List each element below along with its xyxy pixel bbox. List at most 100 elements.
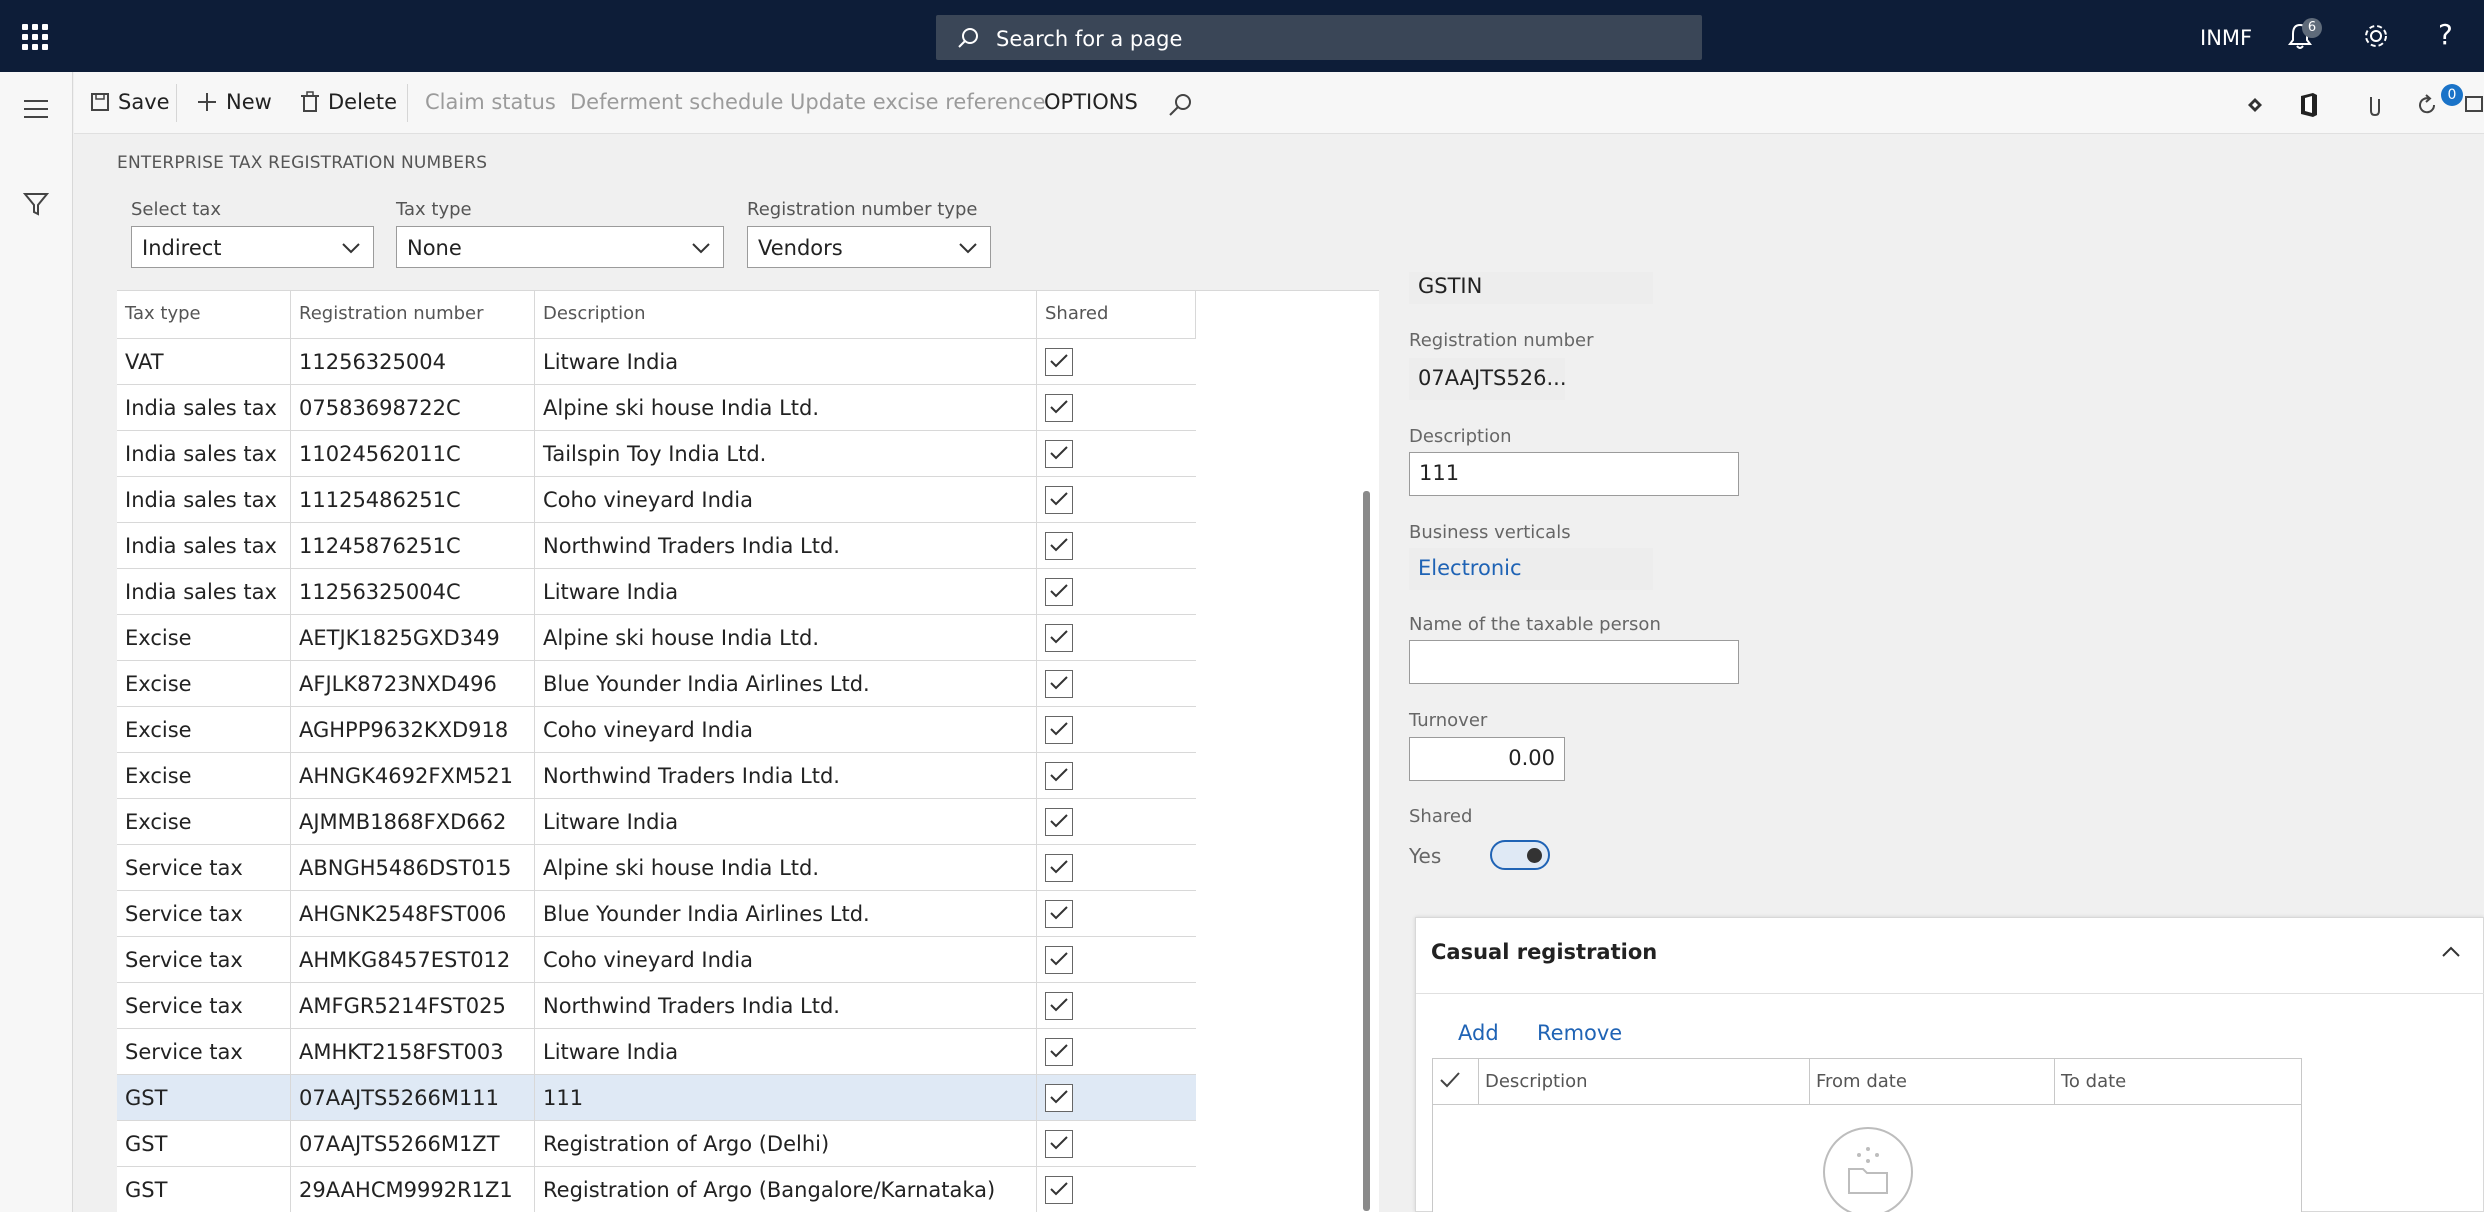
table-row[interactable]: GST 07AAJTS5266M111 111 [117,1075,1196,1121]
cell-tax-type[interactable]: Excise [117,661,291,707]
shared-checkbox[interactable] [1045,808,1073,836]
open-in-new-window-icon[interactable] [2464,92,2484,116]
cell-description[interactable]: Northwind Traders India Ltd. [535,753,1037,799]
cell-tax-type[interactable]: Excise [117,753,291,799]
claim-status-button[interactable]: Claim status [425,90,556,114]
filter-icon[interactable] [22,190,50,218]
cell-tax-type[interactable]: India sales tax [117,431,291,477]
deferment-schedule-button[interactable]: Deferment schedule [570,90,783,114]
casual-registration-title[interactable]: Casual registration [1431,940,1657,964]
cell-description[interactable]: Alpine ski house India Ltd. [535,615,1037,661]
table-row[interactable]: Excise AJMMB1868FXD662 Litware India [117,799,1196,845]
shared-checkbox[interactable] [1045,670,1073,698]
table-row[interactable]: Service tax AHMKG8457EST012 Coho vineyard … [117,937,1196,983]
cell-description[interactable]: Tailspin Toy India Ltd. [535,431,1037,477]
cell-tax-type[interactable]: Service tax [117,845,291,891]
remove-button[interactable]: Remove [1537,1021,1622,1045]
cell-registration-number[interactable]: 07AAJTS5266M1ZT [291,1121,535,1167]
office-icon[interactable] [2298,92,2320,118]
cell-tax-type[interactable]: Service tax [117,891,291,937]
table-row[interactable]: India sales tax 11024562011C Tailspin Toy … [117,431,1196,477]
cell-tax-type[interactable]: Excise [117,799,291,845]
cell-registration-number[interactable]: 11125486251C [291,477,535,523]
cell-registration-number[interactable]: 11024562011C [291,431,535,477]
options-menu[interactable]: OPTIONS [1044,90,1138,114]
select-tax-dropdown[interactable]: Indirect [131,226,374,268]
cell-registration-number[interactable]: ABNGH5486DST015 [291,845,535,891]
shared-checkbox[interactable] [1045,578,1073,606]
table-row[interactable]: India sales tax 11256325004C Litware India [117,569,1196,615]
table-row[interactable]: India sales tax 11245876251C Northwind Tra… [117,523,1196,569]
table-row[interactable]: Service tax AMFGR5214FST025 Northwind Trad… [117,983,1196,1029]
shared-checkbox[interactable] [1045,348,1073,376]
power-apps-icon[interactable] [2242,92,2268,118]
grid-vertical-scrollbar[interactable] [1363,491,1370,1211]
shared-checkbox[interactable] [1045,624,1073,652]
cell-registration-number[interactable]: 11245876251C [291,523,535,569]
shared-checkbox[interactable] [1045,854,1073,882]
column-header-to-date[interactable]: To date [2055,1059,2301,1105]
update-excise-reference-button[interactable]: Update excise reference [790,90,1046,114]
cell-tax-type[interactable]: India sales tax [117,477,291,523]
table-row[interactable]: GST 07AAJTS5266M1ZT Registration of Argo (… [117,1121,1196,1167]
cell-description[interactable]: Litware India [535,339,1037,385]
cell-tax-type[interactable]: India sales tax [117,569,291,615]
column-header-description[interactable]: Description [535,291,1037,339]
cell-tax-type[interactable]: Excise [117,615,291,661]
table-row[interactable]: VAT 11256325004 Litware India [117,339,1196,385]
help-icon[interactable]: ? [2438,18,2453,51]
turnover-field[interactable]: 0.00 [1409,737,1565,781]
cell-registration-number[interactable]: 07AAJTS5266M111 [291,1075,535,1121]
cell-tax-type[interactable]: GST [117,1167,291,1212]
cell-registration-number[interactable]: AFJLK8723NXD496 [291,661,535,707]
shared-checkbox[interactable] [1045,394,1073,422]
shared-checkbox[interactable] [1045,440,1073,468]
shared-toggle[interactable] [1490,840,1550,870]
cell-tax-type[interactable]: Service tax [117,937,291,983]
hamburger-menu-icon[interactable] [24,100,48,124]
table-row[interactable]: Excise AHNGK4692FXM521 Northwind Traders I… [117,753,1196,799]
cell-registration-number[interactable]: 29AAHCM9992R1Z1 [291,1167,535,1212]
column-header-description[interactable]: Description [1479,1059,1810,1105]
chevron-up-icon[interactable] [2441,946,2461,958]
cell-registration-number[interactable]: 11256325004 [291,339,535,385]
add-button[interactable]: Add [1458,1021,1499,1045]
save-button[interactable]: Save [90,90,170,114]
cell-tax-type[interactable]: Excise [117,707,291,753]
cell-tax-type[interactable]: VAT [117,339,291,385]
cell-description[interactable]: Registration of Argo (Bangalore/Karnatak… [535,1167,1037,1212]
cell-registration-number[interactable]: 11256325004C [291,569,535,615]
description-field[interactable]: 111 [1409,452,1739,496]
cell-description[interactable]: Litware India [535,569,1037,615]
new-button[interactable]: New [196,90,272,114]
cell-registration-number[interactable]: AETJK1825GXD349 [291,615,535,661]
shared-checkbox[interactable] [1045,486,1073,514]
table-row[interactable]: Excise AFJLK8723NXD496 Blue Younder India … [117,661,1196,707]
shared-checkbox[interactable] [1045,992,1073,1020]
cell-registration-number[interactable]: AHMKG8457EST012 [291,937,535,983]
cell-registration-number[interactable]: 07583698722C [291,385,535,431]
column-header-registration-number[interactable]: Registration number [291,291,535,339]
registration-number-type-dropdown[interactable]: Vendors [747,226,991,268]
column-header-tax-type[interactable]: Tax type [117,291,291,339]
cell-description[interactable]: Alpine ski house India Ltd. [535,385,1037,431]
select-all-checkbox[interactable] [1433,1059,1479,1105]
table-row[interactable]: Excise AETJK1825GXD349 Alpine ski house In… [117,615,1196,661]
cell-description[interactable]: Blue Younder India Airlines Ltd. [535,661,1037,707]
company-selector[interactable]: INMF [2200,26,2252,50]
cell-description[interactable]: Litware India [535,799,1037,845]
table-row[interactable]: GST 29AAHCM9992R1Z1 Registration of Argo (… [117,1167,1196,1212]
page-search-box[interactable]: Search for a page [936,15,1702,60]
tax-type-dropdown[interactable]: None [396,226,724,268]
table-row[interactable]: India sales tax 11125486251C Coho vineyard… [117,477,1196,523]
action-search-icon[interactable] [1167,92,1193,118]
cell-registration-number[interactable]: AMFGR5214FST025 [291,983,535,1029]
cell-description[interactable]: Coho vineyard India [535,937,1037,983]
cell-description[interactable]: 111 [535,1075,1037,1121]
cell-tax-type[interactable]: India sales tax [117,523,291,569]
cell-description[interactable]: Alpine ski house India Ltd. [535,845,1037,891]
cell-description[interactable]: Northwind Traders India Ltd. [535,983,1037,1029]
table-row[interactable]: Service tax AHGNK2548FST006 Blue Younder I… [117,891,1196,937]
table-row[interactable]: Service tax ABNGH5486DST015 Alpine ski hou… [117,845,1196,891]
cell-description[interactable]: Blue Younder India Airlines Ltd. [535,891,1037,937]
